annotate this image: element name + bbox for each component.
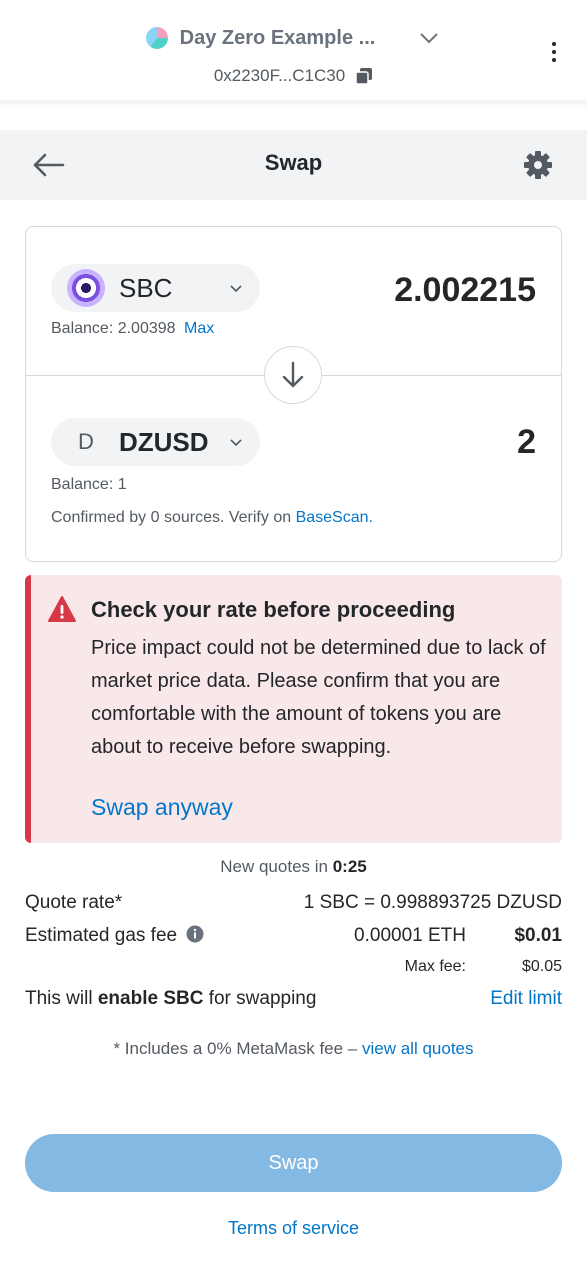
arrow-down-icon (282, 361, 304, 388)
edit-limit-link[interactable]: Edit limit (490, 988, 562, 1010)
swap-title-bar: Swap (0, 130, 587, 200)
account-header: Day Zero Example ... 0x2230F...C1C30 (0, 0, 587, 106)
info-icon[interactable] (186, 925, 204, 943)
account-address-row: 0x2230F...C1C30 (0, 66, 587, 86)
copy-icon[interactable] (355, 67, 373, 85)
from-balance-label: Balance: 2.00398 (51, 320, 176, 337)
dzusd-token-icon: D (78, 429, 94, 454)
countdown-prefix: New quotes in (220, 857, 333, 876)
chevron-down-icon[interactable] (417, 26, 441, 50)
warning-title: Check your rate before proceeding (91, 597, 456, 622)
from-balance: Balance: 2.00398 Max (51, 320, 214, 338)
approval-prefix: This will (25, 988, 98, 1009)
gas-fee-row: Estimated gas fee 0.00001 ETH $0.01 (25, 925, 562, 947)
warning-icon (48, 596, 76, 622)
approval-row: This will enable SBC for swapping Edit l… (25, 988, 562, 1010)
sbc-token-icon (67, 269, 105, 307)
switch-tokens-button[interactable] (264, 346, 322, 404)
to-token-selector[interactable]: D DZUSD (51, 418, 260, 466)
quote-rate-value: 1 SBC = 0.998893725 DZUSD (303, 892, 562, 913)
fee-note-text: * Includes a 0% MetaMask fee – (113, 1039, 362, 1058)
gas-fee-label: Estimated gas fee (25, 925, 178, 946)
account-name: Day Zero Example ... (179, 26, 376, 49)
verification-text: Confirmed by 0 sources. Verify on (51, 509, 296, 526)
gas-fee-eth: 0.00001 ETH (354, 925, 466, 946)
chevron-down-icon (230, 285, 242, 293)
quote-rate-label: Quote rate* (25, 892, 123, 913)
warning-body: Price impact could not be determined due… (91, 637, 546, 758)
to-token-symbol: DZUSD (119, 426, 209, 457)
max-fee-label: Max fee: (404, 958, 466, 975)
terms-of-service-link[interactable]: Terms of service (0, 1218, 587, 1239)
view-all-quotes-link[interactable]: view all quotes (362, 1039, 474, 1058)
account-selector[interactable]: Day Zero Example ... (0, 22, 587, 54)
account-address: 0x2230F...C1C30 (213, 66, 346, 85)
from-token-selector[interactable]: SBC (51, 264, 260, 312)
to-amount: 2 (517, 423, 536, 461)
page-title: Swap (264, 150, 323, 175)
quote-rate-row: Quote rate* 1 SBC = 0.998893725 DZUSD (25, 892, 562, 914)
basescan-link[interactable]: BaseScan. (296, 509, 373, 526)
token-verification: Confirmed by 0 sources. Verify on BaseSc… (51, 509, 373, 527)
approval-suffix: for swapping (203, 988, 317, 1009)
countdown-timer: 0:25 (332, 857, 367, 876)
account-avatar (145, 27, 168, 49)
swap-anyway-link[interactable]: Swap anyway (91, 794, 233, 821)
from-amount-input[interactable]: 2.002215 (394, 271, 536, 310)
from-token-symbol: SBC (119, 272, 173, 303)
header-divider (0, 100, 587, 108)
gas-fee-usd: $0.01 (514, 925, 562, 946)
fee-note: * Includes a 0% MetaMask fee – view all … (0, 1039, 587, 1059)
kebab-menu-icon[interactable] (551, 42, 557, 64)
quote-countdown: New quotes in 0:25 (0, 857, 587, 877)
max-fee-value: $0.05 (521, 958, 562, 975)
chevron-down-icon (230, 439, 242, 447)
price-impact-warning: Check your rate before proceeding Price … (25, 575, 562, 843)
approval-token: enable SBC (97, 988, 204, 1009)
swap-card: SBC 2.002215 Balance: 2.00398 Max D DZUS… (25, 226, 562, 562)
gear-icon[interactable] (523, 150, 553, 180)
swap-button[interactable]: Swap (25, 1134, 562, 1192)
to-balance: Balance: 1 (51, 476, 127, 493)
max-button[interactable]: Max (184, 320, 214, 337)
